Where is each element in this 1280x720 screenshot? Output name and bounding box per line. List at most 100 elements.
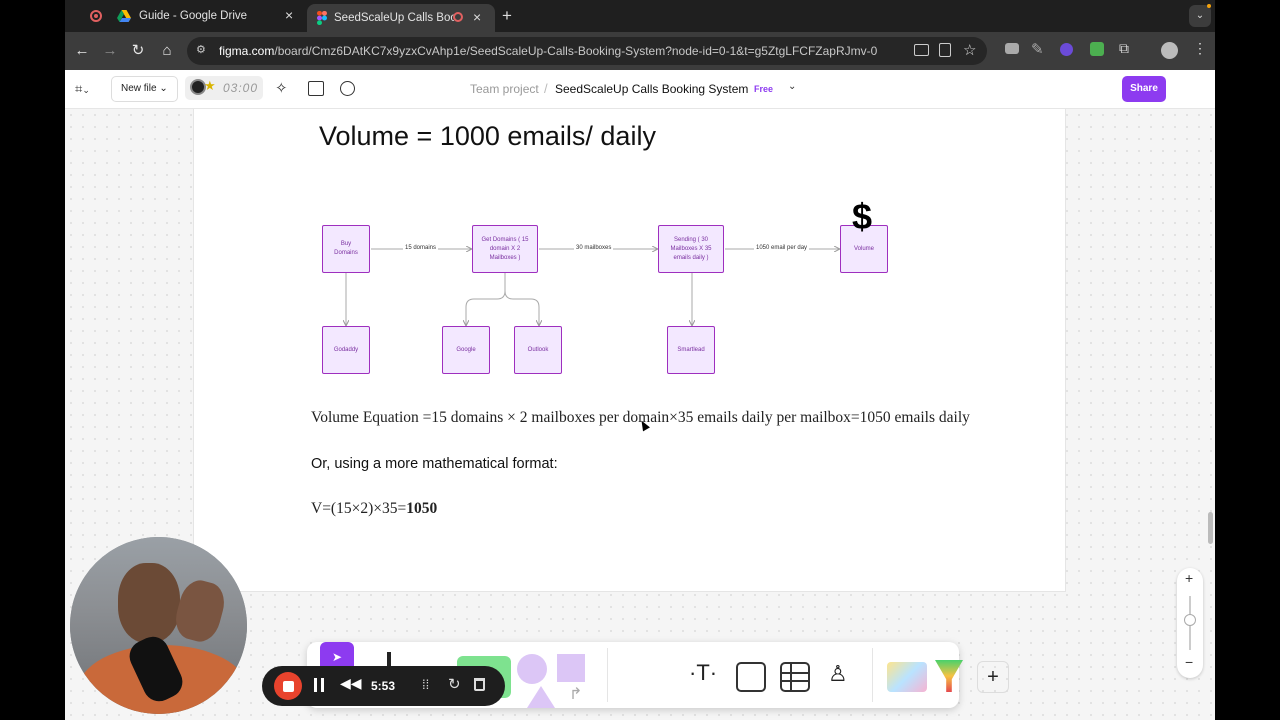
new-file-label: New file bbox=[121, 83, 157, 94]
divider bbox=[607, 648, 608, 702]
comment-icon[interactable] bbox=[340, 81, 355, 96]
restart-icon[interactable]: ↻ bbox=[448, 675, 461, 693]
share-button[interactable]: Share bbox=[1122, 76, 1166, 102]
formula-result: 1050 bbox=[406, 500, 438, 517]
tab-strip: Guide - Google Drive × SeedScaleUp Calls… bbox=[65, 0, 1215, 32]
node-godaddy[interactable]: Godaddy bbox=[322, 326, 370, 374]
extensions-puzzle-icon[interactable]: ⧉ bbox=[1119, 40, 1129, 57]
recording-time: 5:53 bbox=[371, 679, 396, 693]
tab-google-drive[interactable]: Guide - Google Drive × bbox=[117, 4, 303, 28]
pause-icon[interactable] bbox=[314, 678, 324, 692]
node-buy-domains[interactable]: Buy Domains bbox=[322, 225, 370, 273]
extension-icon-purple[interactable] bbox=[1060, 43, 1073, 56]
zoom-controls: + − bbox=[1177, 568, 1203, 678]
edge-label-15-domains[interactable]: 15 domains bbox=[403, 245, 439, 251]
tab-figma-board[interactable]: SeedScaleUp Calls Booki × bbox=[307, 4, 495, 32]
text-tool-icon[interactable]: ·T· bbox=[689, 660, 717, 686]
more-tools-button[interactable]: + bbox=[977, 661, 1009, 693]
browser-toolbar: ← → ↻ ⌂ ⚙ figma.com/board/Cmz6DAtKC7x9yz… bbox=[65, 32, 1215, 70]
cast-icon[interactable] bbox=[914, 44, 929, 56]
person-head bbox=[118, 563, 180, 643]
edge-label-1050-email[interactable]: 1050 email per day bbox=[754, 245, 810, 251]
stamp-tool-icon[interactable]: ♙ bbox=[828, 661, 848, 687]
tab-title: SeedScaleUp Calls Booki bbox=[334, 12, 454, 24]
zoom-out-button[interactable]: − bbox=[1185, 654, 1193, 670]
ai-sparkle-icon[interactable]: ✧ bbox=[275, 79, 288, 97]
node-get-domains[interactable]: Get Domains ( 15 domain X 2 Mailboxes ) bbox=[472, 225, 538, 273]
table-tool-icon[interactable] bbox=[780, 662, 810, 692]
save-page-icon[interactable] bbox=[939, 43, 951, 57]
node-label: Smartlead bbox=[677, 346, 705, 353]
formula-text[interactable]: V=(15×2)×35=1050 bbox=[311, 500, 437, 518]
section-tool-icon[interactable] bbox=[736, 662, 766, 692]
circle-shape-icon[interactable] bbox=[517, 654, 547, 684]
edge-label-30-mailboxes[interactable]: 30 mailboxes bbox=[574, 245, 614, 251]
plan-badge: Free bbox=[754, 84, 774, 94]
stop-recording-button[interactable] bbox=[274, 672, 302, 700]
figma-header: ⌗⌄ New file ⌄ ★ 03:00 ✧ Team project / S… bbox=[65, 70, 1215, 109]
reload-icon[interactable]: ↻ bbox=[128, 41, 148, 61]
forward-icon[interactable]: → bbox=[100, 41, 120, 61]
recording-tab-icon bbox=[453, 12, 463, 22]
section-frame[interactable]: Volume = 1000 emails/ daily 15 domains 3… bbox=[193, 109, 1066, 592]
webcam-overlay bbox=[70, 537, 247, 714]
trash-icon[interactable] bbox=[474, 678, 485, 691]
alt-format-label[interactable]: Or, using a more mathematical format: bbox=[311, 456, 558, 472]
breadcrumb-separator: / bbox=[544, 81, 548, 96]
extension-icon-green[interactable] bbox=[1090, 42, 1104, 56]
layout-icon[interactable] bbox=[308, 81, 324, 96]
edge-get-google[interactable] bbox=[466, 273, 506, 325]
dollar-sign-icon[interactable]: $ bbox=[852, 197, 872, 237]
new-file-button[interactable]: New file ⌄ bbox=[111, 76, 178, 102]
node-label: Get Domains ( 15 domain X 2 Mailboxes ) bbox=[481, 236, 529, 261]
node-label: Volume bbox=[853, 245, 874, 252]
connector-tool-icon[interactable]: ↱ bbox=[569, 684, 582, 704]
formula-prefix: V=(15×2)×35= bbox=[311, 500, 407, 517]
address-bar[interactable]: ⚙ figma.com/board/Cmz6DAtKC7x9yzxCvAhp1e… bbox=[187, 37, 987, 65]
url-path: /board/Cmz6DAtKC7x9yzxCvAhp1e/SeedScaleU… bbox=[274, 44, 878, 58]
grid-icon[interactable]: ⁞⁞ bbox=[422, 677, 429, 692]
zoom-in-button[interactable]: + bbox=[1185, 570, 1193, 586]
vertical-scrollbar[interactable] bbox=[1208, 512, 1213, 544]
divider bbox=[872, 648, 873, 702]
triangle-shape-icon[interactable] bbox=[527, 686, 555, 708]
team-project-link[interactable]: Team project bbox=[470, 82, 539, 96]
square-shape-icon[interactable] bbox=[557, 654, 585, 682]
back-icon[interactable]: ← bbox=[72, 41, 92, 61]
node-sending[interactable]: Sending ( 30 Mailboxes X 35 emails daily… bbox=[658, 225, 724, 273]
rewind-icon[interactable]: ◀◀ bbox=[340, 675, 362, 692]
new-tab-icon[interactable]: + bbox=[502, 6, 512, 26]
google-drive-icon bbox=[117, 10, 131, 22]
timer-widget[interactable]: ★ 03:00 bbox=[185, 76, 263, 100]
tab-search-icon[interactable]: ⌄ bbox=[1189, 5, 1211, 27]
node-smartlead[interactable]: Smartlead bbox=[667, 326, 715, 374]
browser-menu-icon[interactable]: ⋮ bbox=[1193, 40, 1207, 57]
edge-get-outlook[interactable] bbox=[504, 273, 539, 325]
file-name[interactable]: SeedScaleUp Calls Booking System bbox=[555, 82, 748, 96]
node-google[interactable]: Google bbox=[442, 326, 490, 374]
templates-icon[interactable] bbox=[887, 662, 927, 692]
record-indicator-icon[interactable] bbox=[90, 10, 102, 22]
figma-icon bbox=[317, 11, 327, 25]
notification-dot bbox=[1207, 4, 1211, 8]
widgets-icon[interactable] bbox=[935, 660, 963, 692]
bookmark-star-icon[interactable]: ☆ bbox=[963, 41, 976, 59]
zoom-slider-handle[interactable] bbox=[1184, 614, 1196, 626]
file-menu-chevron-icon[interactable]: ⌄ bbox=[788, 81, 796, 92]
home-icon[interactable]: ⌂ bbox=[157, 41, 177, 61]
timer-value: 03:00 bbox=[223, 81, 259, 95]
figjam-menu-icon[interactable]: ⌗⌄ bbox=[75, 81, 90, 97]
site-settings-icon[interactable]: ⚙ bbox=[196, 43, 210, 57]
pen-extension-icon[interactable]: ✎ bbox=[1031, 40, 1044, 58]
node-label: Outlook bbox=[527, 346, 549, 353]
node-label: Godaddy bbox=[333, 346, 359, 353]
camera-extension-icon[interactable] bbox=[1005, 43, 1019, 54]
star-icon: ★ bbox=[204, 78, 216, 93]
node-outlook[interactable]: Outlook bbox=[514, 326, 562, 374]
screen-recorder-bar: ◀◀ 5:53 ⁞⁞ ↻ bbox=[262, 666, 505, 706]
node-label: Google bbox=[456, 346, 476, 353]
close-tab-icon[interactable]: × bbox=[285, 7, 293, 23]
close-tab-icon[interactable]: × bbox=[473, 9, 481, 25]
url-text[interactable]: figma.com/board/Cmz6DAtKC7x9yzxCvAhp1e/S… bbox=[219, 44, 877, 58]
profile-avatar[interactable] bbox=[1161, 42, 1178, 59]
